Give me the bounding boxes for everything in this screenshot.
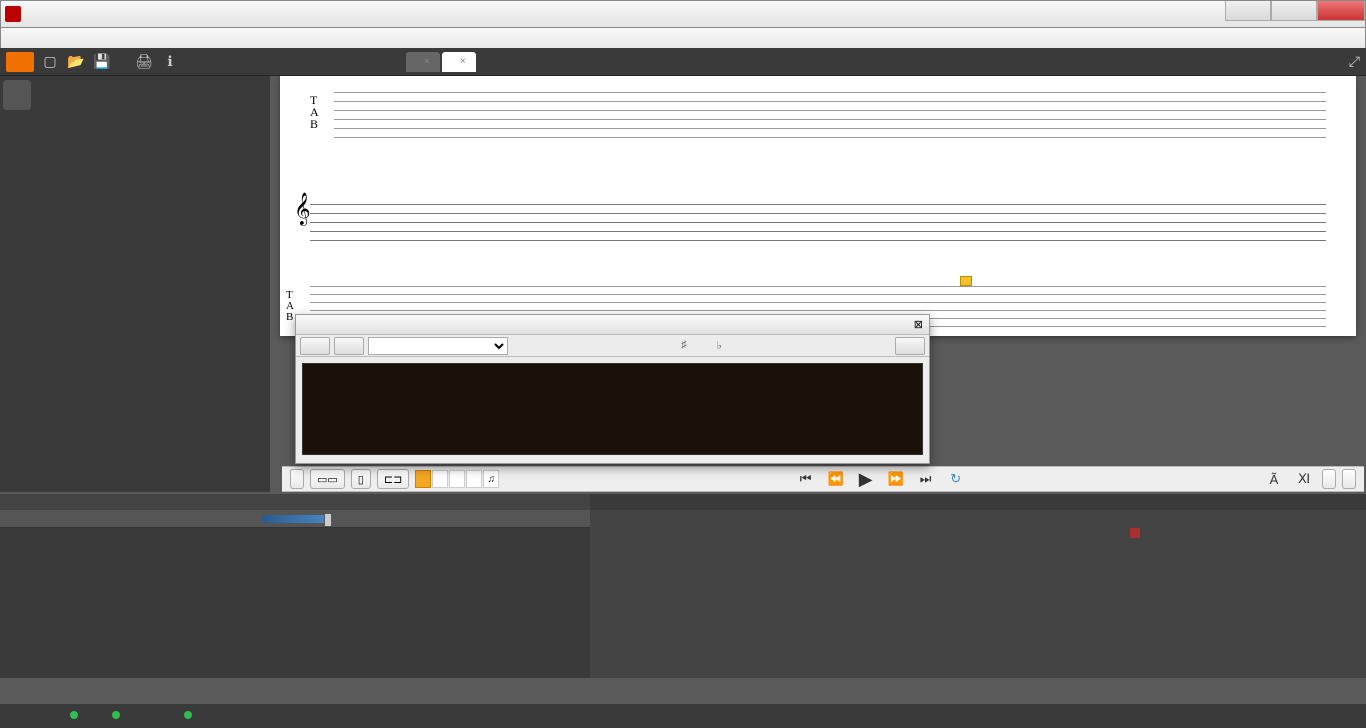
track-list [0, 494, 590, 678]
fret-prev-button[interactable] [300, 337, 330, 355]
last-button[interactable]: ⏭ [914, 469, 938, 489]
view-mode-2[interactable]: ▯ [351, 469, 371, 489]
menu-help[interactable] [187, 36, 205, 40]
save-button[interactable] [92, 52, 112, 72]
status-led-icon [70, 711, 78, 719]
expand-icon[interactable]: ⤢ [1349, 53, 1360, 70]
close-icon[interactable]: × [460, 56, 466, 67]
tab-clef: TAB [286, 290, 294, 323]
fretboard-panel[interactable]: ⊠ ♯ ♭ [295, 314, 930, 464]
standard-staff: 𝄞 [310, 204, 1326, 254]
close-icon[interactable]: × [424, 56, 430, 67]
zoom-select[interactable] [290, 469, 304, 489]
info-button[interactable] [160, 52, 180, 72]
menu-bar[interactable] [61, 36, 79, 40]
menu-effects[interactable] [97, 36, 115, 40]
window-titlebar [0, 0, 1366, 28]
loop-bracket[interactable]: ⊏⊐ [377, 469, 409, 489]
speed-select[interactable] [1342, 469, 1356, 489]
edition-palette [34, 76, 270, 492]
brand-logo [6, 52, 34, 72]
fret-show-select[interactable] [368, 337, 508, 355]
status-led-icon [112, 711, 120, 719]
master-volume-slider[interactable] [262, 515, 332, 523]
scales-button[interactable] [895, 337, 925, 355]
transport-bar: ▭▭ ▯ ⊏⊐ ♫ ⏮ ⏪ ▶ ⏩ ⏭ ↻ Ã Ⅺ [282, 466, 1364, 492]
menu-note[interactable] [79, 36, 97, 40]
rewind-button[interactable]: ⏪ [824, 469, 848, 489]
forward-button[interactable]: ⏩ [884, 469, 908, 489]
menu-edit[interactable] [25, 36, 43, 40]
main-toolbar: × × ⤢ [0, 48, 1366, 76]
window-close[interactable] [1317, 1, 1365, 21]
print-button[interactable] [134, 52, 154, 72]
countdown-icon[interactable]: Ⅺ [1292, 469, 1316, 489]
loop-button[interactable]: ↻ [944, 469, 968, 489]
timeline-ruler[interactable] [590, 494, 1366, 510]
window-minimize[interactable] [1225, 1, 1271, 21]
playback-cursor [960, 276, 972, 286]
menubar [0, 28, 1366, 48]
view-mode-1[interactable]: ▭▭ [310, 469, 345, 489]
treble-clef-icon: 𝄞 [294, 194, 311, 226]
voice-4-button[interactable] [466, 470, 482, 488]
sidetab-chord[interactable] [3, 240, 31, 270]
menu-sound[interactable] [133, 36, 151, 40]
fretboard-close-icon[interactable]: ⊠ [914, 318, 923, 331]
menu-track[interactable] [43, 36, 61, 40]
new-button[interactable] [40, 52, 60, 72]
track-header [0, 494, 590, 510]
status-bar [0, 704, 1366, 728]
fretboard[interactable] [302, 363, 923, 455]
score-page: TAB 𝄞 TAB [280, 76, 1356, 336]
sidetab-lyrics[interactable] [3, 280, 31, 310]
metronome-icon[interactable]: Ã [1262, 469, 1286, 489]
app-icon [5, 6, 21, 22]
first-button[interactable]: ⏮ [794, 469, 818, 489]
sidetab-effects[interactable] [3, 160, 31, 190]
document-tabs: × × [406, 52, 476, 72]
window-maximize[interactable] [1271, 1, 1317, 21]
tab-clef: TAB [310, 94, 319, 130]
tempo-display[interactable] [1322, 469, 1336, 489]
voice-1-button[interactable] [415, 470, 431, 488]
arrangement-view[interactable] [590, 494, 1366, 678]
open-button[interactable] [66, 52, 86, 72]
voice-3-button[interactable] [449, 470, 465, 488]
voice-2-button[interactable] [432, 470, 448, 488]
tab-steel-guitar[interactable]: × [406, 52, 440, 72]
menu-tools[interactable] [115, 36, 133, 40]
tab-staff-top: TAB [310, 88, 1326, 148]
fret-next-button[interactable] [334, 337, 364, 355]
flat-icon[interactable]: ♭ [717, 339, 722, 352]
sidetab-mixer[interactable] [3, 200, 31, 230]
playhead-marker [1130, 528, 1140, 538]
sharp-icon[interactable]: ♯ [681, 339, 687, 352]
play-button[interactable]: ▶ [854, 469, 878, 489]
sidetab-instrument[interactable] [3, 120, 31, 150]
side-tabstrip [0, 76, 34, 492]
tab-metallica[interactable]: × [442, 52, 476, 72]
master-track-row[interactable] [0, 510, 590, 528]
sidetab-notation[interactable] [3, 80, 31, 110]
menu-window[interactable] [169, 36, 187, 40]
status-led-icon [184, 711, 192, 719]
menu-view[interactable] [151, 36, 169, 40]
menu-file[interactable] [7, 36, 25, 40]
multivoice-button[interactable]: ♫ [483, 470, 499, 488]
